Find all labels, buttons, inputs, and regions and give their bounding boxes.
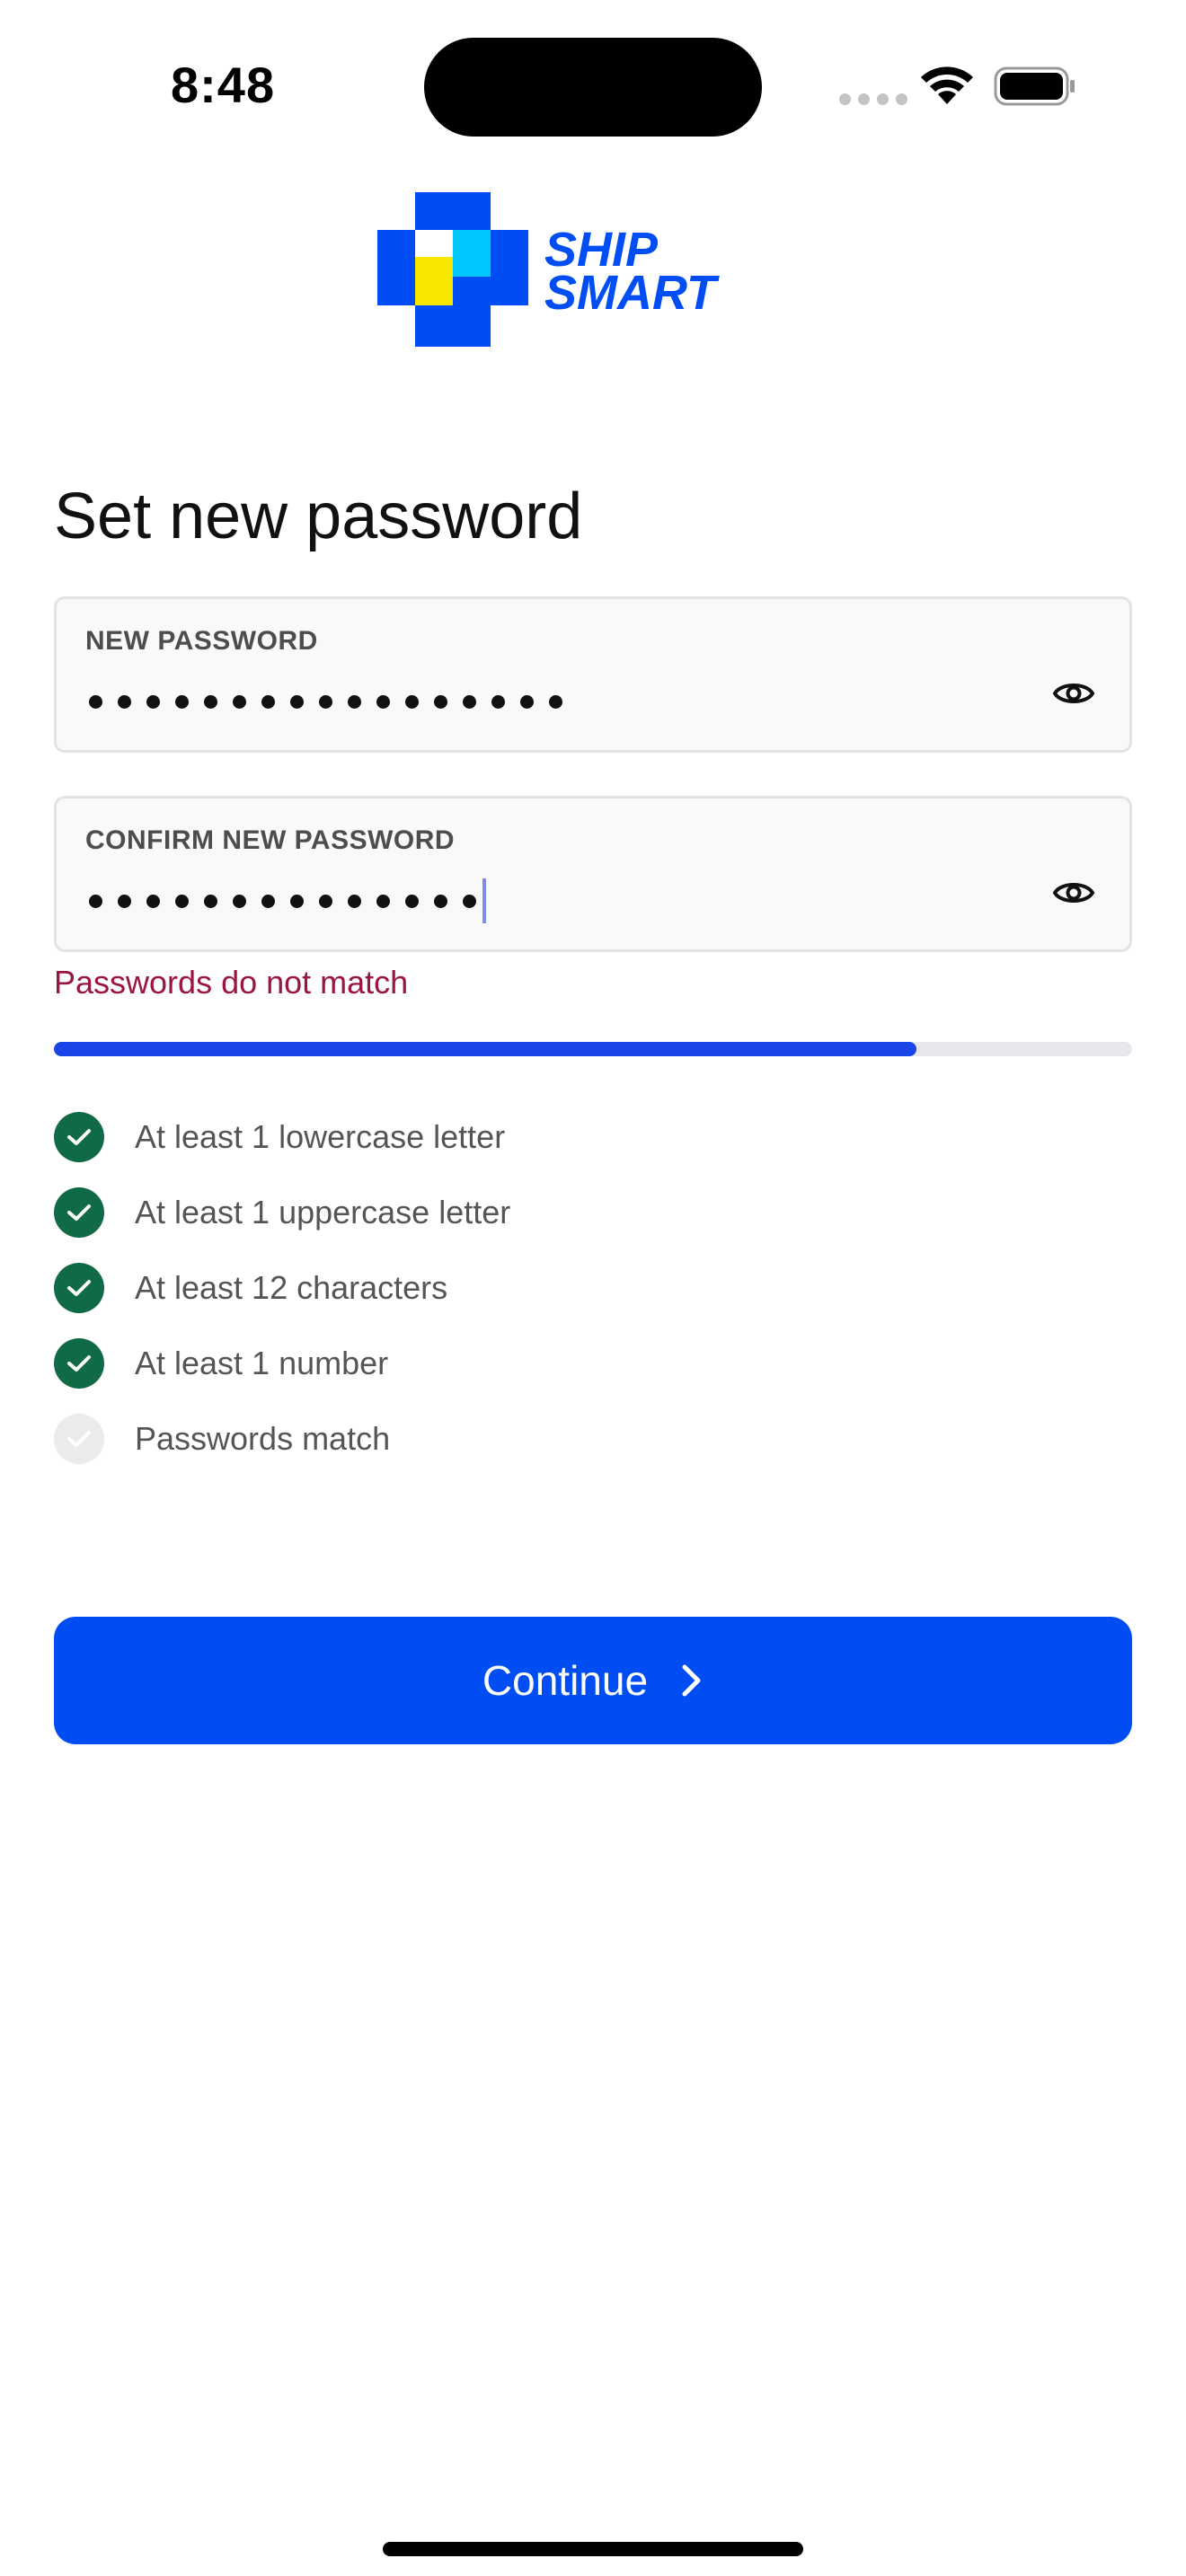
home-indicator xyxy=(383,2542,803,2556)
new-password-visibility-toggle[interactable] xyxy=(1045,671,1102,716)
requirement-label: At least 1 lowercase letter xyxy=(135,1118,506,1155)
password-strength-fill xyxy=(54,1042,916,1056)
password-mask-dot xyxy=(463,894,476,908)
requirement-label: Passwords match xyxy=(135,1420,391,1457)
requirement-item: At least 1 number xyxy=(54,1326,1132,1401)
password-strength-bar xyxy=(54,1042,1132,1056)
eye-icon xyxy=(1052,883,1095,903)
status-bar: 8:48 xyxy=(0,0,1186,171)
requirement-item: At least 1 lowercase letter xyxy=(54,1099,1132,1175)
set-password-screen: 8:48 SHIP SMART Set new password NEW PAS… xyxy=(0,0,1186,2576)
password-mask-dot xyxy=(89,694,102,709)
new-password-label: NEW PASSWORD xyxy=(85,626,318,656)
cellular-signal-icon xyxy=(839,93,907,105)
password-mask-dot xyxy=(204,694,217,709)
password-mask-dot xyxy=(175,694,189,709)
continue-button[interactable]: Continue xyxy=(54,1617,1132,1744)
new-password-masked-value[interactable] xyxy=(89,675,578,728)
password-mask-dot xyxy=(175,894,189,908)
check-circle-icon xyxy=(54,1338,104,1389)
confirm-password-label: CONFIRM NEW PASSWORD xyxy=(85,825,456,855)
password-mask-dot xyxy=(434,694,447,709)
requirement-label: At least 1 uppercase letter xyxy=(135,1194,511,1231)
password-mask-dot xyxy=(290,694,304,709)
wifi-icon xyxy=(921,66,973,104)
password-mask-dot xyxy=(290,894,304,908)
new-password-field[interactable]: NEW PASSWORD xyxy=(54,596,1132,753)
password-mask-dot xyxy=(118,894,131,908)
password-mask-dot xyxy=(233,894,246,908)
check-circle-icon xyxy=(54,1112,104,1162)
password-mask-dot xyxy=(233,694,246,709)
battery-icon xyxy=(994,66,1075,106)
password-mask-dot xyxy=(146,694,160,709)
status-time: 8:48 xyxy=(171,57,276,113)
dynamic-island xyxy=(424,38,762,137)
password-mask-dot xyxy=(348,694,361,709)
page-title: Set new password xyxy=(54,481,583,552)
confirm-password-masked-value[interactable] xyxy=(89,874,486,928)
text-cursor xyxy=(482,878,486,923)
password-mask-dot xyxy=(405,694,419,709)
password-mask-dot xyxy=(89,894,102,908)
password-mask-dot xyxy=(434,894,447,908)
password-mask-dot xyxy=(405,894,419,908)
requirement-label: At least 1 number xyxy=(135,1345,389,1381)
continue-button-label: Continue xyxy=(482,1657,649,1704)
requirement-item: Passwords match xyxy=(54,1401,1132,1477)
password-requirements-list: At least 1 lowercase letter At least 1 up… xyxy=(54,1099,1132,1477)
password-mask-dot xyxy=(319,694,332,709)
password-mask-dot xyxy=(348,894,361,908)
requirement-item: At least 12 characters xyxy=(54,1250,1132,1326)
password-mask-dot xyxy=(376,694,390,709)
password-mask-dot xyxy=(520,694,534,709)
password-mask-dot xyxy=(319,894,332,908)
eye-icon xyxy=(1052,684,1095,703)
password-mask-dot xyxy=(549,694,562,709)
password-mask-dot xyxy=(204,894,217,908)
shipsmart-logo: SHIP SMART xyxy=(377,192,720,347)
password-mask-dot xyxy=(261,694,275,709)
check-circle-icon xyxy=(54,1187,104,1238)
password-mismatch-error: Passwords do not match xyxy=(54,964,409,1001)
password-mask-dot xyxy=(118,694,131,709)
chevron-right-icon xyxy=(682,1664,701,1697)
check-circle-empty-icon xyxy=(54,1414,104,1464)
password-mask-dot xyxy=(261,894,275,908)
check-circle-icon xyxy=(54,1263,104,1313)
password-mask-dot xyxy=(376,894,390,908)
logo-text-line2: SMART xyxy=(544,266,720,320)
confirm-password-visibility-toggle[interactable] xyxy=(1045,870,1102,915)
confirm-password-field[interactable]: CONFIRM NEW PASSWORD xyxy=(54,796,1132,952)
password-mask-dot xyxy=(146,894,160,908)
password-mask-dot xyxy=(463,694,476,709)
requirement-label: At least 12 characters xyxy=(135,1269,448,1306)
password-mask-dot xyxy=(491,694,505,709)
requirement-item: At least 1 uppercase letter xyxy=(54,1175,1132,1250)
